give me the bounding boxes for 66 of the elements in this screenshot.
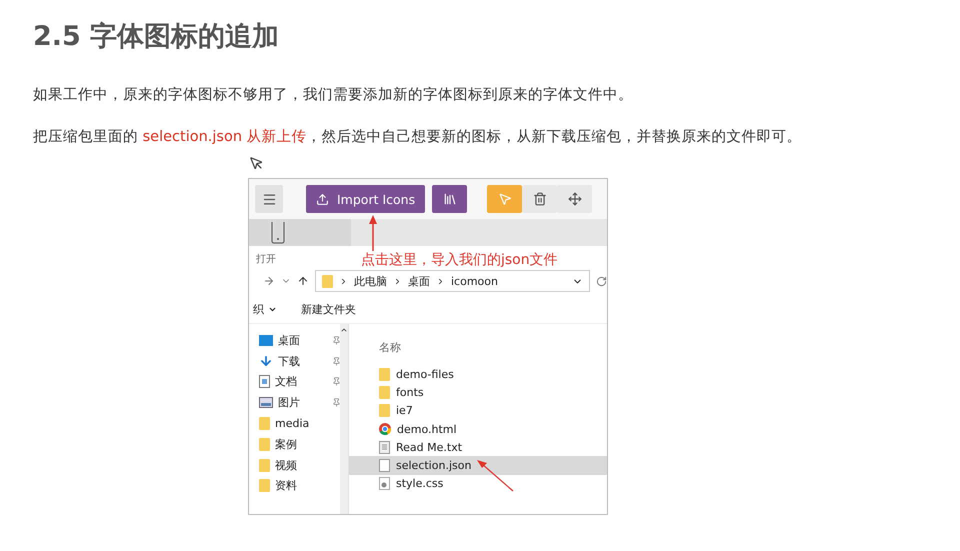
file-row[interactable]: Read Me.txt: [349, 438, 607, 456]
nav-item[interactable]: 文档: [249, 372, 341, 392]
nav-item[interactable]: 下载: [249, 350, 341, 372]
folder-icon: [259, 479, 270, 492]
name-column-header[interactable]: 名称: [349, 328, 607, 365]
up-icon[interactable]: [297, 275, 309, 287]
pointer-icon: [498, 192, 512, 206]
folder-icon: [379, 386, 390, 399]
text-file-icon: [379, 440, 390, 454]
folder-icon: [259, 417, 270, 430]
new-folder-button[interactable]: 新建文件夹: [301, 302, 356, 317]
folder-icon: [259, 438, 270, 451]
books-icon: [442, 192, 457, 206]
folder-icon: [379, 368, 390, 381]
file-icon: [379, 459, 390, 472]
caret-icon: [268, 305, 277, 314]
annotation-arrow: [368, 215, 378, 251]
nav-item[interactable]: 资料: [249, 476, 341, 496]
breadcrumb-item[interactable]: 桌面: [408, 274, 430, 288]
download-icon: [259, 354, 273, 368]
file-row[interactable]: style.css: [349, 474, 607, 494]
move-button[interactable]: [557, 185, 592, 213]
open-label: 打开: [256, 252, 276, 264]
folder-icon: [379, 404, 390, 418]
nav-item[interactable]: media: [249, 413, 341, 434]
chevron-icon: [339, 276, 348, 286]
folder-icon: [259, 458, 270, 472]
file-row[interactable]: demo-files: [349, 365, 607, 384]
phone-outline-icon: [271, 222, 285, 244]
menu-icon: [262, 192, 276, 206]
paragraph: 把压缩包里面的 selection.json 从新上传，然后选中自己想要新的图标，从新下载压缩包，并替换原来的文件即可。: [33, 128, 803, 147]
chevron-icon: [393, 276, 402, 286]
breadcrumb-item[interactable]: 此电脑: [354, 274, 387, 288]
monitor-icon: [259, 334, 273, 346]
nav-item[interactable]: 视频: [249, 454, 341, 476]
picture-icon: [259, 397, 273, 408]
scroll-up-icon[interactable]: [340, 326, 348, 334]
forward-icon[interactable]: [263, 275, 275, 287]
file-row[interactable]: demo.html: [349, 420, 607, 438]
file-row[interactable]: fonts: [349, 383, 607, 402]
browser-icon: [379, 423, 391, 436]
nav-item[interactable]: 图片: [249, 392, 341, 414]
move-icon: [568, 192, 582, 206]
menu-button[interactable]: [255, 185, 283, 213]
annotation-note: 点击这里，导入我们的json文件: [361, 251, 558, 269]
cursor-icon: [249, 156, 264, 171]
library-button[interactable]: [432, 185, 468, 213]
file-row[interactable]: selection.json: [349, 456, 607, 475]
breadcrumb-item[interactable]: icomoon: [451, 274, 498, 288]
folder-icon: [322, 274, 333, 288]
upload-icon: [316, 192, 329, 206]
nav-item[interactable]: 案例: [249, 434, 341, 455]
chevron-icon: [436, 276, 445, 286]
delete-button[interactable]: [522, 185, 558, 213]
import-icons-button[interactable]: Import Icons: [306, 185, 426, 213]
address-bar[interactable]: 此电脑 桌面 icomoon: [315, 270, 590, 292]
file-row[interactable]: ie7: [349, 402, 607, 420]
organize-menu[interactable]: 织: [253, 302, 264, 317]
scrollbar[interactable]: [340, 324, 348, 514]
refresh-icon[interactable]: [596, 276, 607, 286]
nav-item[interactable]: 桌面: [249, 330, 341, 351]
section-heading: 2.5 字体图标的追加: [33, 20, 280, 54]
document-icon: [259, 375, 270, 388]
trash-icon: [532, 192, 547, 206]
pointer-arrow: [477, 459, 515, 492]
paragraph: 如果工作中，原来的字体图标不够用了，我们需要添加新的字体图标到原来的字体文件中。: [33, 86, 634, 105]
